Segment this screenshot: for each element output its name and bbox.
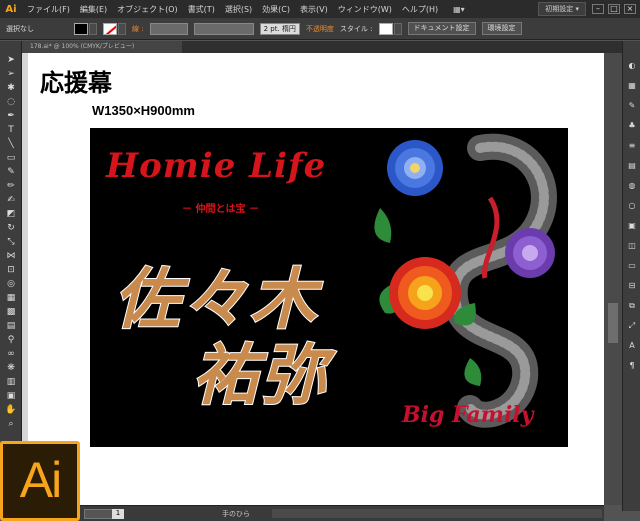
banner-artwork[interactable]: Homie Life － 仲間とは宝 － 佐々木 祐弥 Big Family	[90, 128, 568, 447]
perspective-grid-icon[interactable]: ▦	[5, 293, 17, 303]
menu-file[interactable]: ファイル(F)	[22, 4, 75, 15]
style-label: スタイル :	[339, 24, 373, 33]
document-tab[interactable]: 178.ai* @ 100% (CMYK/プレビュー)	[22, 41, 182, 53]
artboards-panel-icon[interactable]: ▭	[627, 261, 637, 271]
illustrator-logo: Ai	[0, 441, 80, 521]
panel-dock: ◐ ▦ ✎ ♣ ≡ ▤ ◍ ○ ▣ ◫ ▭ ⊟ ⧉ ⤢ A ¶	[622, 41, 640, 511]
menu-type[interactable]: 書式(T)	[183, 4, 220, 15]
document-setup-button[interactable]: ドキュメント設定	[407, 22, 476, 35]
stroke-panel-icon[interactable]: ≡	[627, 141, 637, 151]
shape-builder-icon[interactable]: ◎	[5, 279, 17, 289]
transparency-panel-icon[interactable]: ◍	[627, 181, 637, 191]
gradient-tool-icon[interactable]: ▤	[5, 321, 17, 331]
current-tool-status: 手のひら	[222, 510, 250, 518]
snake-peony-illustration	[374, 133, 557, 428]
menu-bar: Ai ファイル(F) 編集(E) オブジェクト(O) 書式(T) 選択(S) 効…	[0, 0, 640, 18]
appearance-panel-icon[interactable]: ○	[627, 201, 637, 211]
menu-edit[interactable]: 編集(E)	[75, 4, 112, 15]
selection-status: 選択なし	[6, 24, 34, 33]
paragraph-panel-icon[interactable]: ¶	[627, 361, 637, 371]
symbol-sprayer-icon[interactable]: ❋	[5, 363, 17, 373]
scale-icon[interactable]: ⤡	[5, 237, 17, 247]
transform-panel-icon[interactable]: ⤢	[627, 321, 637, 331]
opacity-label[interactable]: 不透明度	[306, 24, 334, 34]
purple-peony	[505, 228, 555, 278]
pen-tool-icon[interactable]: ✒	[5, 111, 17, 121]
eraser-icon[interactable]: ◩	[5, 209, 17, 219]
artboard-navigator[interactable]: 1	[112, 509, 124, 519]
selection-tool-icon[interactable]: ➤	[5, 55, 17, 65]
preferences-button[interactable]: 環境設定	[481, 22, 522, 35]
scroll-thumb[interactable]	[608, 303, 618, 343]
menu-select[interactable]: 選択(S)	[220, 4, 257, 15]
artboard[interactable]: 応援幕 W1350×H900mm Homie Life － 仲間とは宝 － 佐々…	[28, 53, 604, 505]
app-logo: Ai	[5, 3, 17, 15]
blend-tool-icon[interactable]: ∞	[5, 349, 17, 359]
rotate-icon[interactable]: ↻	[5, 223, 17, 233]
lasso-icon[interactable]: ◌	[5, 97, 17, 107]
control-bar: 選択なし 線 : 2 pt. 楕円 不透明度 スタイル : ドキュメント設定 環…	[0, 18, 640, 40]
horizontal-scrollbar[interactable]	[272, 509, 602, 518]
blob-brush-icon[interactable]: ✍	[5, 195, 17, 205]
swatches-panel-icon[interactable]: ▦	[627, 81, 637, 91]
align-panel-icon[interactable]: ⊟	[627, 281, 637, 291]
fill-swatch[interactable]	[74, 22, 97, 35]
zoom-tool-icon[interactable]: ⌕	[5, 419, 17, 429]
arrange-documents-icon[interactable]: ▦▾	[453, 5, 465, 14]
variable-width-profile[interactable]	[193, 22, 254, 35]
hand-tool-icon[interactable]: ✋	[5, 405, 17, 415]
menu-effect[interactable]: 効果(C)	[257, 4, 295, 15]
rectangle-tool-icon[interactable]: ▭	[5, 153, 17, 163]
brush-definition[interactable]: 2 pt. 楕円	[259, 22, 300, 35]
layers-panel-icon[interactable]: ◫	[627, 241, 637, 251]
menu-window[interactable]: ウィンドウ(W)	[333, 4, 397, 15]
graph-tool-icon[interactable]: ▥	[5, 377, 17, 387]
symbols-panel-icon[interactable]: ♣	[627, 121, 637, 131]
workspace-switcher[interactable]: 初期設定 ▾	[538, 2, 586, 16]
blue-peony	[387, 140, 443, 196]
artboard-title: 応援幕	[40, 68, 112, 97]
gradient-panel-icon[interactable]: ▤	[627, 161, 637, 171]
vertical-scrollbar[interactable]	[604, 53, 622, 505]
menu-view[interactable]: 表示(V)	[295, 4, 333, 15]
close-icon[interactable]: ×	[624, 4, 636, 14]
mesh-tool-icon[interactable]: ▩	[5, 307, 17, 317]
paintbrush-icon[interactable]: ✎	[5, 167, 17, 177]
document-tab-bar: 178.ai* @ 100% (CMYK/プレビュー)	[22, 41, 622, 53]
zoom-field[interactable]	[84, 509, 114, 519]
graphic-styles-panel-icon[interactable]: ▣	[627, 221, 637, 231]
artboard-size-label: W1350×H900mm	[92, 103, 195, 118]
pathfinder-panel-icon[interactable]: ⧉	[627, 301, 637, 311]
stroke-swatch[interactable]	[103, 22, 126, 35]
color-panel-icon[interactable]: ◐	[627, 61, 637, 71]
menu-help[interactable]: ヘルプ(H)	[397, 4, 443, 15]
canvas-area[interactable]: 応援幕 W1350×H900mm Homie Life － 仲間とは宝 － 佐々…	[22, 53, 604, 505]
magic-wand-icon[interactable]: ✱	[5, 83, 17, 93]
eyedropper-icon[interactable]: ⚲	[5, 335, 17, 345]
free-transform-icon[interactable]: ⊡	[5, 265, 17, 275]
character-panel-icon[interactable]: A	[627, 341, 637, 351]
illustrator-window: Ai ファイル(F) 編集(E) オブジェクト(O) 書式(T) 選択(S) 効…	[0, 0, 640, 521]
style-swatch[interactable]	[378, 22, 402, 35]
stroke-weight-field[interactable]	[149, 22, 188, 35]
direct-selection-tool-icon[interactable]: ➢	[5, 69, 17, 79]
pencil-icon[interactable]: ✏	[5, 181, 17, 191]
banner-footer: Big Family	[402, 402, 534, 428]
artboard-tool-icon[interactable]: ▣	[5, 391, 17, 401]
type-tool-icon[interactable]: T	[5, 125, 17, 135]
status-bar: 1 手のひら	[22, 505, 604, 521]
stroke-label[interactable]: 線 :	[132, 24, 144, 34]
banner-name-line-2: 祐弥	[191, 335, 328, 415]
menu-object[interactable]: オブジェクト(O)	[112, 4, 183, 15]
line-tool-icon[interactable]: ╲	[5, 139, 17, 149]
minimize-icon[interactable]: –	[592, 4, 604, 14]
banner-subtitle: － 仲間とは宝 －	[182, 204, 259, 215]
tools-panel: ➤ ➢ ✱ ◌ ✒ T ╲ ▭ ✎ ✏ ✍ ◩ ↻ ⤡ ⋈ ⊡ ◎ ▦ ▩ ▤ …	[0, 41, 22, 441]
window-controls: 初期設定 ▾ – □ ×	[538, 0, 640, 18]
width-tool-icon[interactable]: ⋈	[5, 251, 17, 261]
brushes-panel-icon[interactable]: ✎	[627, 101, 637, 111]
maximize-icon[interactable]: □	[608, 4, 620, 14]
banner-headline: Homie Life	[106, 146, 327, 186]
